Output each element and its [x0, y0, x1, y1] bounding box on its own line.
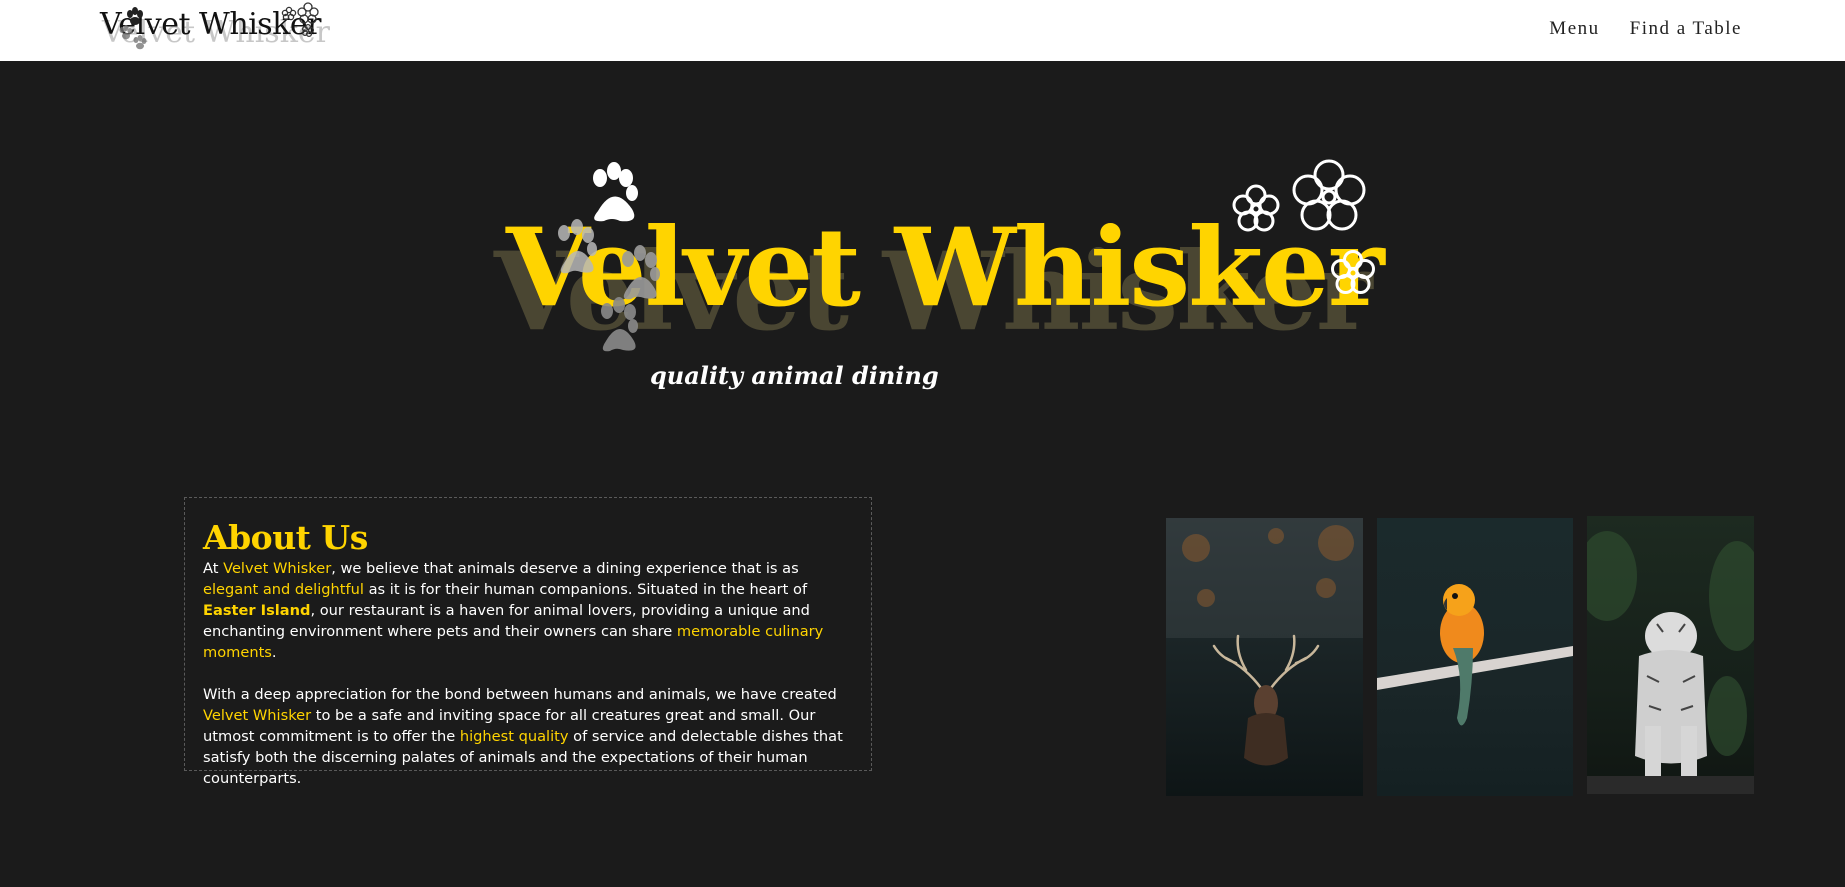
nav-links: Menu Find a Table: [1549, 18, 1742, 40]
text-span: At: [203, 560, 224, 577]
about-paragraph-1: At Velvet Whisker, we believe that anima…: [203, 558, 853, 663]
highlight-text: highest quality: [459, 728, 569, 745]
nav-link-menu[interactable]: Menu: [1549, 18, 1599, 40]
text-span: , we believe that animals deserve a dini…: [331, 560, 799, 577]
paw-icon: [558, 159, 1375, 352]
text-span: .: [271, 644, 277, 661]
hero-tagline: quality animal dining: [650, 361, 939, 390]
highlight-text: elegant and delightful: [203, 581, 364, 598]
hero-logo: Velvet Whisker Velvet Whisker quality an…: [480, 151, 1400, 431]
hero-section: Velvet Whisker Velvet Whisker quality an…: [0, 61, 1845, 461]
about-box: About Us At Velvet Whisker, we believe t…: [184, 497, 872, 787]
deer-photo: [1166, 518, 1363, 796]
flower-icon: [281, 2, 319, 38]
text-span: as it is for their human companions. Sit…: [363, 581, 808, 598]
text-span: With a deep appreciation for the bond be…: [203, 686, 837, 703]
highlight-text-bold: Easter Island: [203, 602, 311, 619]
highlight-text: Velvet Whisker: [203, 707, 312, 724]
navbar: Velvet Whisker Velvet Whisker Menu Find: [0, 0, 1845, 61]
highlight-text: Velvet Whisker: [223, 560, 332, 577]
parrot-photo: [1377, 518, 1573, 796]
nav-logo[interactable]: Velvet Whisker Velvet Whisker: [100, 2, 330, 52]
nav-link-find-a-table[interactable]: Find a Table: [1630, 18, 1742, 40]
about-title: About Us: [203, 518, 368, 557]
tiger-photo: [1587, 516, 1754, 794]
flower-icon: [1232, 159, 1375, 294]
about-paragraph-2: With a deep appreciation for the bond be…: [203, 684, 853, 789]
